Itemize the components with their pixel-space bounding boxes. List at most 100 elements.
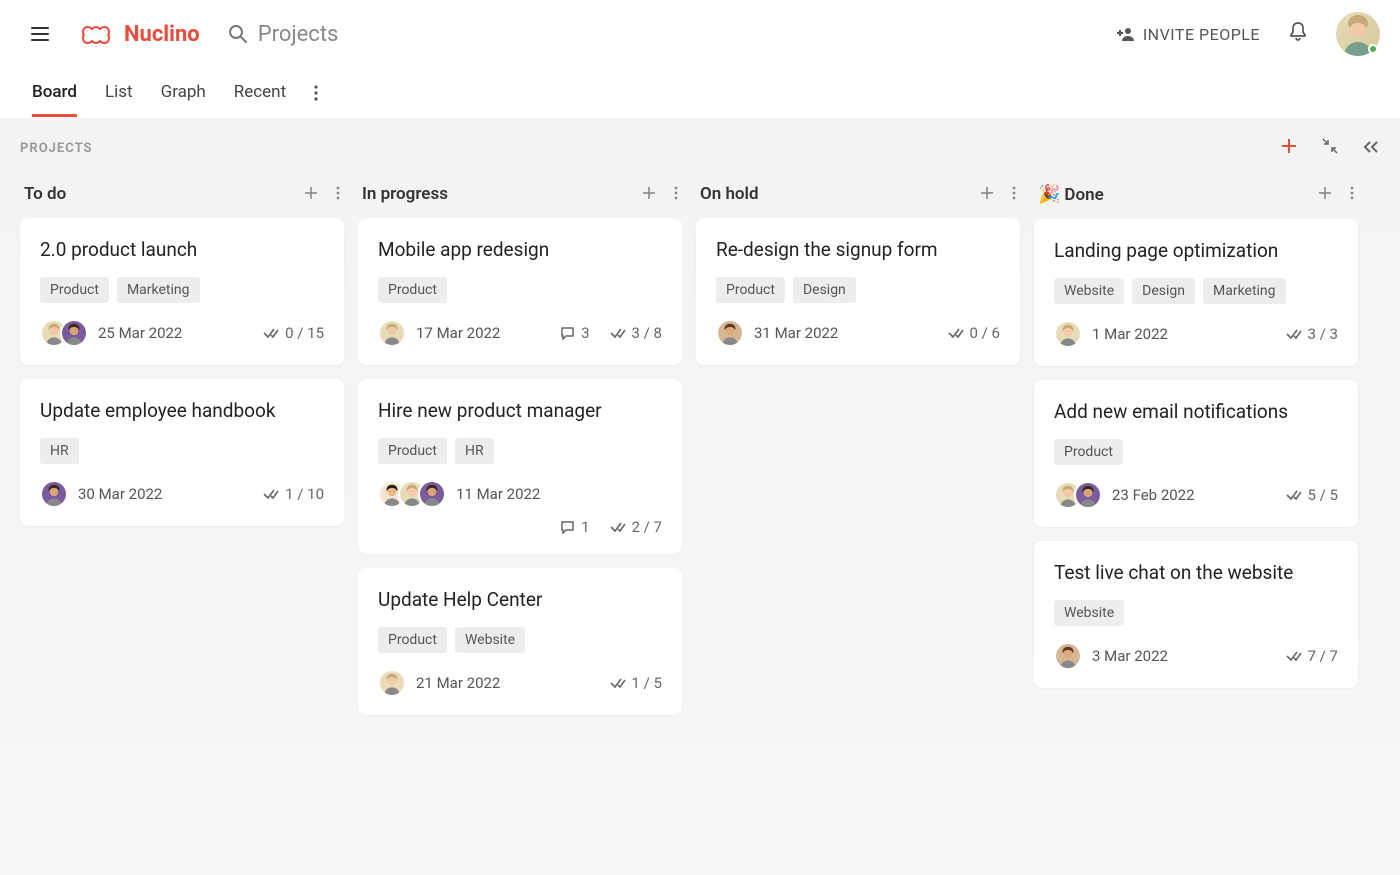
tag: Product	[378, 627, 447, 653]
column-add-button[interactable]	[1318, 185, 1332, 204]
board-card[interactable]: Test live chat on the website Website 3 …	[1034, 541, 1358, 688]
card-date: 11 Mar 2022	[456, 485, 540, 503]
card-tags: Product Website	[378, 627, 662, 653]
board-card[interactable]: Update employee handbook HR 30 Mar 2022 …	[20, 379, 344, 526]
invite-people-button[interactable]: INVITE PEOPLE	[1117, 25, 1260, 44]
tag: Website	[455, 627, 525, 653]
card-tags: Product	[378, 277, 662, 303]
tag: Marketing	[117, 277, 200, 303]
card-date: 30 Mar 2022	[78, 485, 162, 503]
brain-icon	[80, 21, 116, 47]
plus-icon	[642, 186, 656, 200]
more-vertical-icon	[314, 85, 318, 101]
add-column-button[interactable]	[1280, 136, 1298, 161]
chevron-double-left-icon	[1362, 140, 1380, 154]
checklist-icon	[610, 521, 626, 533]
card-avatars	[40, 480, 68, 508]
board-card[interactable]: Add new email notifications Product 23 F…	[1034, 380, 1358, 527]
board-card[interactable]: Hire new product manager ProductHR 11 Ma…	[358, 379, 682, 554]
board-title: PROJECTS	[20, 141, 93, 156]
column-more-button[interactable]	[1350, 185, 1354, 204]
board-card[interactable]: Update Help Center Product Website 21 Mar…	[358, 568, 682, 715]
card-checklist: 0 / 15	[263, 324, 324, 342]
board-columns: To do 2.0 product launch ProductMarketin…	[20, 178, 1380, 729]
column-more-button[interactable]	[1012, 185, 1016, 204]
bell-icon	[1288, 21, 1308, 43]
card-title: Update Help Center	[378, 588, 662, 611]
more-vertical-icon	[1350, 186, 1354, 200]
card-checklist: 1 / 10	[263, 485, 324, 503]
card-avatars	[40, 319, 88, 347]
column-actions	[980, 185, 1016, 204]
card-checklist: 1 / 5	[610, 674, 663, 692]
card-checklist: 3 / 3	[1286, 325, 1339, 343]
checklist-icon	[263, 327, 279, 339]
column-header: On hold	[696, 178, 1020, 218]
card-avatars	[716, 319, 744, 347]
tag: Product	[716, 277, 785, 303]
presence-online-icon	[1368, 44, 1378, 54]
card-avatars	[378, 669, 406, 697]
card-footer: 3 Mar 2022 7 / 7	[1054, 642, 1338, 670]
card-checklist: 5 / 5	[1286, 486, 1339, 504]
menu-toggle-button[interactable]	[20, 14, 60, 54]
notifications-button[interactable]	[1288, 21, 1308, 47]
card-footer: 30 Mar 2022 1 / 10	[40, 480, 324, 508]
column-add-button[interactable]	[980, 185, 994, 204]
search-input[interactable]: Projects	[228, 22, 339, 47]
avatar	[378, 669, 406, 697]
checklist-icon	[1286, 489, 1302, 501]
logo[interactable]: Nuclino	[80, 21, 200, 47]
card-date: 25 Mar 2022	[98, 324, 182, 342]
card-footer: 31 Mar 2022 0 / 6	[716, 319, 1000, 347]
tab-list[interactable]: List	[105, 82, 133, 117]
board-card[interactable]: Mobile app redesign Product 17 Mar 2022 …	[358, 218, 682, 365]
card-date: 23 Feb 2022	[1112, 486, 1195, 504]
checklist-icon	[948, 327, 964, 339]
column-actions	[642, 185, 678, 204]
checklist-icon	[1286, 328, 1302, 340]
tab-board[interactable]: Board	[32, 82, 77, 117]
tab-recent[interactable]: Recent	[234, 82, 286, 117]
board-card[interactable]: Re-design the signup form ProductDesign …	[696, 218, 1020, 365]
column-add-button[interactable]	[304, 185, 318, 204]
column-add-button[interactable]	[642, 185, 656, 204]
card-date: 3 Mar 2022	[1092, 647, 1168, 665]
tab-graph[interactable]: Graph	[161, 82, 206, 117]
board-card[interactable]: Landing page optimization WebsiteDesignM…	[1034, 219, 1358, 366]
card-footer: 21 Mar 2022 1 / 5	[378, 669, 662, 697]
board-card[interactable]: 2.0 product launch ProductMarketing 25 M…	[20, 218, 344, 365]
column-more-button[interactable]	[674, 185, 678, 204]
tag: Marketing	[1203, 278, 1286, 304]
card-comments: 1	[560, 518, 589, 536]
card-avatars	[378, 480, 446, 508]
app-header: Nuclino Projects INVITE PEOPLE	[0, 0, 1400, 68]
tag: Design	[1132, 278, 1195, 304]
tag: Design	[793, 277, 856, 303]
more-vertical-icon	[674, 186, 678, 200]
board-header: PROJECTS	[20, 118, 1380, 178]
search-icon	[228, 24, 248, 44]
avatar	[60, 319, 88, 347]
tag: Product	[378, 438, 447, 464]
panel-toggle-button[interactable]	[1362, 139, 1380, 158]
tab-more-button[interactable]	[314, 85, 318, 117]
column-header: To do	[20, 178, 344, 218]
card-avatars	[1054, 481, 1102, 509]
card-tags: WebsiteDesignMarketing	[1054, 278, 1338, 304]
checklist-icon	[1286, 650, 1302, 662]
tag: HR	[455, 438, 494, 464]
profile-avatar-button[interactable]	[1336, 12, 1380, 56]
column-title: Done	[1064, 185, 1103, 205]
card-footer: 1 Mar 2022 3 / 3	[1054, 320, 1338, 348]
comment-icon	[560, 326, 575, 340]
collapse-button[interactable]	[1322, 138, 1338, 158]
board-actions	[1280, 136, 1380, 161]
card-title: Landing page optimization	[1054, 239, 1338, 262]
card-date: 1 Mar 2022	[1092, 325, 1168, 343]
card-tags: HR	[40, 438, 324, 464]
column-more-button[interactable]	[336, 185, 340, 204]
column-emoji: 🎉	[1038, 184, 1060, 205]
board-column: In progress Mobile app redesign Product …	[358, 178, 682, 729]
column-title: On hold	[700, 184, 759, 204]
